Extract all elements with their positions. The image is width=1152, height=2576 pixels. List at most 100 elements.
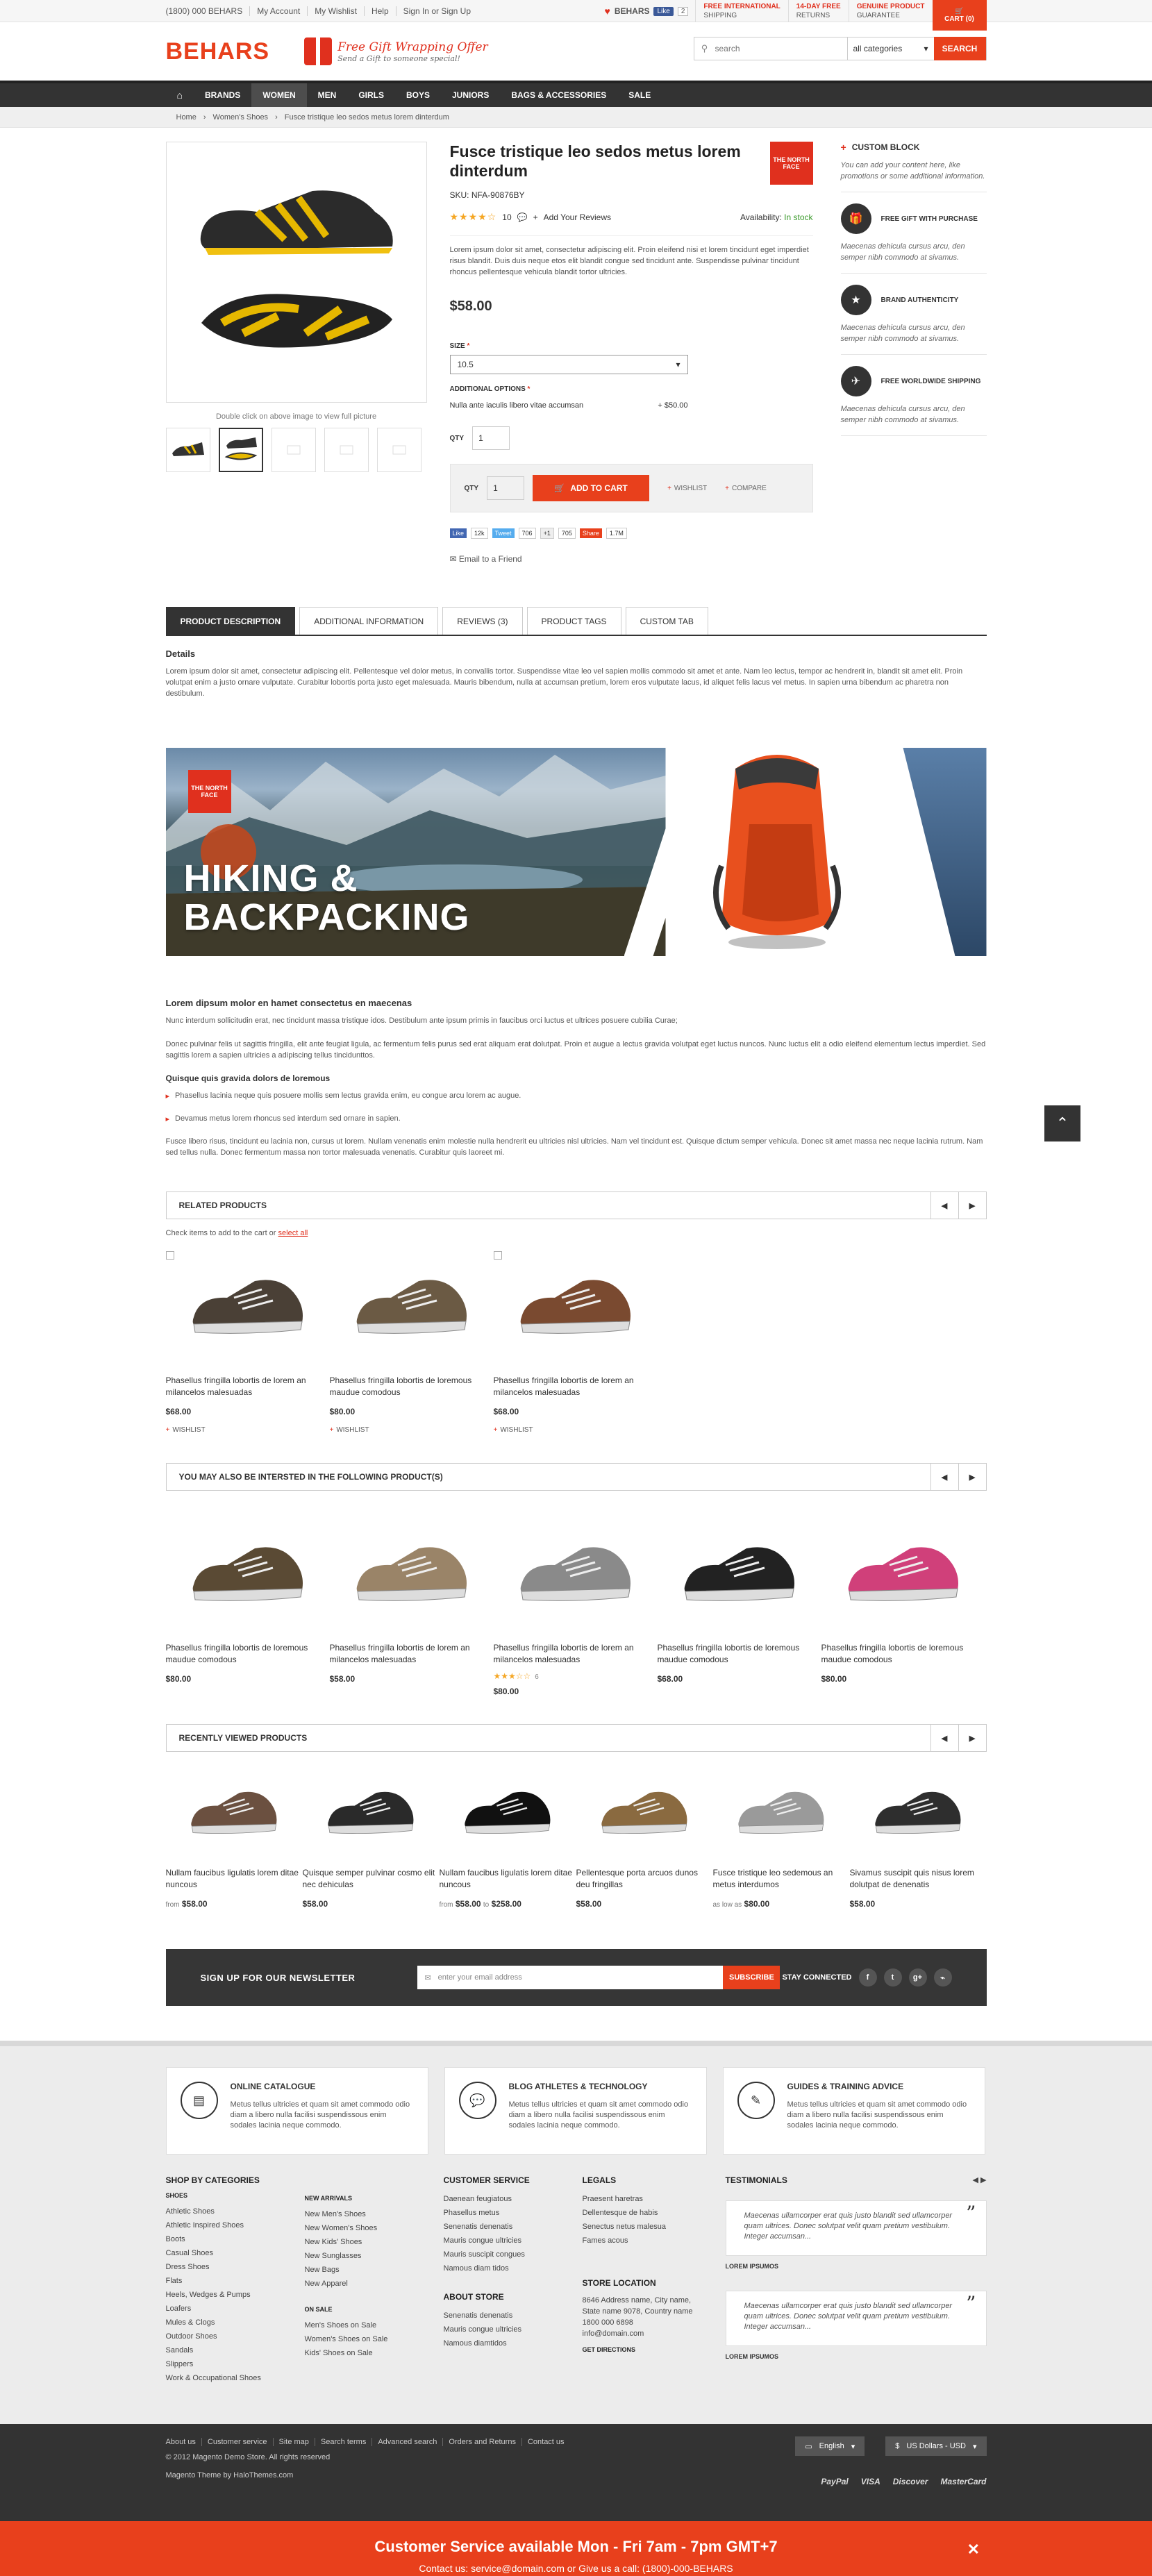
tweet-button[interactable]: Tweet [492, 528, 515, 538]
footer-link[interactable]: Heels, Wedges & Pumps [166, 2288, 305, 2302]
get-directions-link[interactable]: GET DIRECTIONS [583, 2346, 721, 2353]
footer-link[interactable]: New Bags [305, 2263, 444, 2277]
next-arrow-icon[interactable]: ▶ [958, 1725, 986, 1751]
thumbnail[interactable] [376, 428, 421, 472]
product-card[interactable]: Pellentesque porta arcuos dunos deu frin… [576, 1771, 713, 1909]
product-card[interactable]: Fusce tristique leo sedemous an metus in… [713, 1771, 850, 1909]
sign-in-link[interactable]: Sign In or Sign Up [396, 6, 478, 16]
bottom-link[interactable]: Customer service [202, 2438, 274, 2446]
gift-offer[interactable]: Free Gift Wrapping Offer Send a Gift to … [304, 37, 488, 65]
nav-juniors[interactable]: JUNIORS [441, 83, 500, 107]
my-account-link[interactable]: My Account [250, 6, 308, 16]
product-card[interactable]: Sivamus suscipit quis nisus lorem dolutp… [850, 1771, 987, 1909]
footer-link[interactable]: Phasellus metus [444, 2206, 583, 2220]
footer-link[interactable]: New Kids' Shoes [305, 2235, 444, 2249]
product-name[interactable]: Phasellus fringilla lobortis de loremous… [166, 1642, 330, 1666]
nav-men[interactable]: MEN [307, 83, 348, 107]
prev-arrow-icon[interactable]: ◀ [973, 2176, 978, 2184]
footer-link[interactable]: Outdoor Shoes [166, 2330, 305, 2343]
bottom-link[interactable]: Site map [274, 2438, 315, 2446]
currency-select[interactable]: $ US Dollars - USD ▾ [885, 2436, 987, 2456]
additional-option[interactable]: Nulla ante iaculis libero vitae accumsan… [450, 401, 688, 410]
gplus-icon[interactable]: g+ [908, 1968, 927, 1987]
product-card[interactable]: Phasellus fringilla lobortis de lorem an… [494, 1519, 658, 1696]
tab-tags[interactable]: PRODUCT TAGS [526, 607, 621, 635]
footer-link[interactable]: Loafers [166, 2302, 305, 2316]
footer-link[interactable]: Mules & Clogs [166, 2316, 305, 2330]
product-name[interactable]: Phasellus fringilla lobortis de loremous… [658, 1642, 821, 1666]
footer-link[interactable]: New Men's Shoes [305, 2207, 444, 2221]
share-button[interactable]: Share [579, 528, 602, 538]
product-name[interactable]: Phasellus fringilla lobortis de lorem an… [494, 1375, 658, 1398]
subscribe-button[interactable]: SUBSCRIBE [723, 1966, 780, 1989]
footer-link[interactable]: Casual Shoes [166, 2246, 305, 2260]
footer-link[interactable]: Dellentesque de habis [583, 2206, 721, 2220]
qty-input[interactable]: 1 [487, 476, 525, 500]
home-icon[interactable]: ⌂ [166, 83, 194, 107]
bottom-link[interactable]: Search terms [315, 2438, 373, 2446]
option-qty-input[interactable]: 1 [472, 426, 510, 450]
footer-link[interactable]: Senectus netus malesua [583, 2220, 721, 2234]
footer-link[interactable]: Flats [166, 2274, 305, 2288]
footer-link[interactable]: Senenatis denenatis [444, 2220, 583, 2234]
review-count[interactable]: 10 [502, 212, 511, 222]
footer-link[interactable]: Men's Shoes on Sale [305, 2318, 444, 2332]
store-email[interactable]: info@domain.com [583, 2328, 721, 2339]
product-name[interactable]: Sivamus suscipit quis nisus lorem dolutp… [850, 1867, 987, 1891]
footer-link[interactable]: Praesent haretras [583, 2192, 721, 2206]
footer-link[interactable]: Sandals [166, 2343, 305, 2357]
product-name[interactable]: Pellentesque porta arcuos dunos deu frin… [576, 1867, 713, 1891]
product-card[interactable]: Phasellus fringilla lobortis de loremous… [166, 1519, 330, 1696]
tab-custom[interactable]: CUSTOM TAB [625, 607, 708, 635]
product-card[interactable]: Phasellus fringilla lobortis de loremous… [658, 1519, 821, 1696]
footer-link[interactable]: Mauris congue ultricies [444, 2323, 583, 2336]
footer-link[interactable]: Boots [166, 2232, 305, 2246]
footer-box-guides[interactable]: ✎ GUIDES & TRAINING ADVICE Metus tellus ul… [722, 2067, 985, 2155]
nav-bags[interactable]: BAGS & ACCESSORIES [500, 83, 617, 107]
product-card[interactable]: Nullam faucibus ligulatis lorem ditae nu… [166, 1771, 303, 1909]
product-card[interactable]: Phasellus fringilla lobortis de loremous… [821, 1519, 985, 1696]
product-card[interactable]: Phasellus fringilla lobortis de lorem an… [493, 1251, 658, 1434]
add-review-link[interactable]: Add Your Reviews [544, 212, 611, 222]
category-select[interactable]: all categories ▾ [846, 37, 934, 60]
twitter-icon[interactable]: t [883, 1968, 902, 1987]
close-icon[interactable]: ✕ [967, 2541, 980, 2559]
product-name[interactable]: Quisque semper pulvinar cosmo elit nec d… [303, 1867, 440, 1891]
product-name[interactable]: Phasellus fringilla lobortis de lorem an… [330, 1642, 494, 1666]
thumbnail[interactable] [271, 428, 316, 472]
footer-box-catalogue[interactable]: ▤ ONLINE CATALOGUE Metus tellus ultricies … [165, 2067, 428, 2155]
next-arrow-icon[interactable]: ▶ [958, 1192, 986, 1219]
nav-girls[interactable]: GIRLS [347, 83, 395, 107]
product-name[interactable]: Nullam faucibus ligulatis lorem ditae nu… [440, 1867, 576, 1891]
my-wishlist-link[interactable]: My Wishlist [308, 6, 365, 16]
footer-link[interactable]: Namous diam tidos [444, 2261, 583, 2275]
product-name[interactable]: Phasellus fringilla lobortis de lorem an… [494, 1642, 658, 1666]
select-all-link[interactable]: select all [278, 1229, 308, 1237]
newsletter-email-input[interactable]: ✉ enter your email address [417, 1966, 724, 1989]
wishlist-link[interactable]: + WISHLIST [330, 1426, 494, 1434]
fb-like-button[interactable]: Like [653, 6, 674, 16]
footer-link[interactable]: Mauris congue ultricies [444, 2234, 583, 2248]
size-select[interactable]: 10.5 ▾ [449, 355, 688, 374]
footer-link[interactable]: Fames acous [583, 2234, 721, 2248]
product-name[interactable]: Phasellus fringilla lobortis de loremous… [821, 1642, 985, 1666]
search-button[interactable]: SEARCH [933, 37, 986, 60]
footer-link[interactable]: Work & Occupational Shoes [166, 2371, 305, 2385]
nav-women[interactable]: WOMEN [251, 83, 307, 107]
next-arrow-icon[interactable]: ▶ [958, 1464, 986, 1490]
next-arrow-icon[interactable]: ▶ [980, 2176, 986, 2184]
thumbnail-selected[interactable] [218, 428, 263, 472]
wishlist-link[interactable]: + WISHLIST [667, 485, 707, 492]
tab-additional[interactable]: ADDITIONAL INFORMATION [299, 607, 439, 635]
add-checkbox[interactable] [493, 1251, 502, 1260]
search-input[interactable] [715, 37, 847, 60]
footer-link[interactable]: Mauris suscipit congues [444, 2248, 583, 2261]
site-logo[interactable]: BEHARS [166, 38, 270, 65]
thumbnail[interactable] [324, 428, 369, 472]
bottom-link[interactable]: Orders and Returns [443, 2438, 522, 2446]
product-name[interactable]: Nullam faucibus ligulatis lorem ditae nu… [166, 1867, 303, 1891]
product-card[interactable]: Phasellus fringilla lobortis de lorem an… [165, 1251, 330, 1434]
footer-link[interactable]: Senenatis denenatis [444, 2309, 583, 2323]
tab-description[interactable]: PRODUCT DESCRIPTION [165, 607, 296, 635]
footer-link[interactable]: New Sunglasses [305, 2249, 444, 2263]
